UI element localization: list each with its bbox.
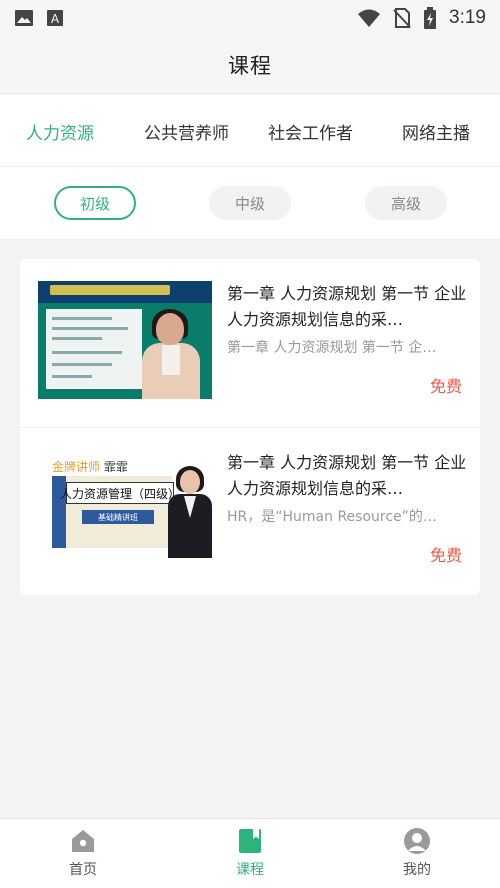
font-a-icon: A: [47, 10, 63, 26]
profile-icon: [404, 828, 430, 854]
level-beginner-button[interactable]: 初级: [54, 186, 136, 220]
course-list: 第一章 人力资源规划 第一节 企业人力资源规划信息的采… 第一章 人力资源规划 …: [20, 259, 480, 595]
tab-human-resources[interactable]: 人力资源: [26, 119, 94, 144]
home-icon: [72, 830, 94, 852]
book-icon: [239, 829, 261, 853]
course-card[interactable]: 金牌讲师 霏霏 人力资源管理（四级） 基础精讲班 第一章 人力资源规划 第一节 …: [20, 427, 480, 595]
classroom-video-thumbnail[interactable]: [38, 281, 212, 399]
poster-brand: 金牌讲师 霏霏: [52, 460, 128, 474]
page-title: 课程: [228, 53, 272, 78]
level-advanced-button[interactable]: 高级: [365, 186, 447, 220]
status-left: A: [14, 9, 64, 27]
course-title: 第一章 人力资源规划 第一节 企业人力资源规划信息的采…: [227, 284, 467, 329]
nav-home-label: 首页: [69, 862, 97, 878]
course-poster-thumbnail[interactable]: 金牌讲师 霏霏 人力资源管理（四级） 基础精讲班: [38, 450, 212, 568]
wifi-icon: [358, 9, 381, 27]
battery-charging-icon: [424, 7, 437, 29]
tab-public-nutritionist[interactable]: 公共营养师: [144, 119, 229, 144]
level-intermediate-button[interactable]: 中级: [209, 186, 291, 220]
course-price: 免费: [429, 377, 462, 396]
tab-social-worker[interactable]: 社会工作者: [268, 119, 353, 144]
course-description: HR，是“Human Resource”的…: [227, 509, 437, 525]
bottom-nav: 首页 课程 我的: [0, 818, 500, 888]
svg-text:A: A: [51, 12, 60, 26]
status-bar: A 3:19: [0, 0, 500, 36]
nav-profile-label: 我的: [403, 862, 431, 878]
course-card[interactable]: 第一章 人力资源规划 第一节 企业人力资源规划信息的采… 第一章 人力资源规划 …: [20, 259, 480, 427]
nav-courses-label: 课程: [236, 862, 264, 878]
app-header: 课程: [0, 36, 500, 94]
tab-live-streamer[interactable]: 网络主播: [402, 119, 470, 144]
status-time: 3:19: [449, 7, 486, 28]
image-icon: [15, 10, 33, 26]
course-title: 第一章 人力资源规划 第一节 企业人力资源规划信息的采…: [227, 453, 467, 498]
nav-profile[interactable]: 我的: [377, 827, 457, 883]
status-right: 3:19: [357, 7, 486, 29]
category-tabs: 人力资源 公共营养师 社会工作者 网络主播: [0, 95, 500, 167]
level-filters: 初级 中级 高级: [0, 167, 500, 239]
course-price: 免费: [429, 546, 462, 565]
poster-book-title: 人力资源管理（四级）: [60, 482, 180, 504]
poster-tag: 基础精讲班: [82, 510, 154, 524]
no-sim-icon: [393, 8, 411, 28]
nav-courses[interactable]: 课程: [210, 827, 290, 883]
course-description: 第一章 人力资源规划 第一节 企…: [227, 340, 437, 356]
nav-home[interactable]: 首页: [43, 827, 123, 883]
